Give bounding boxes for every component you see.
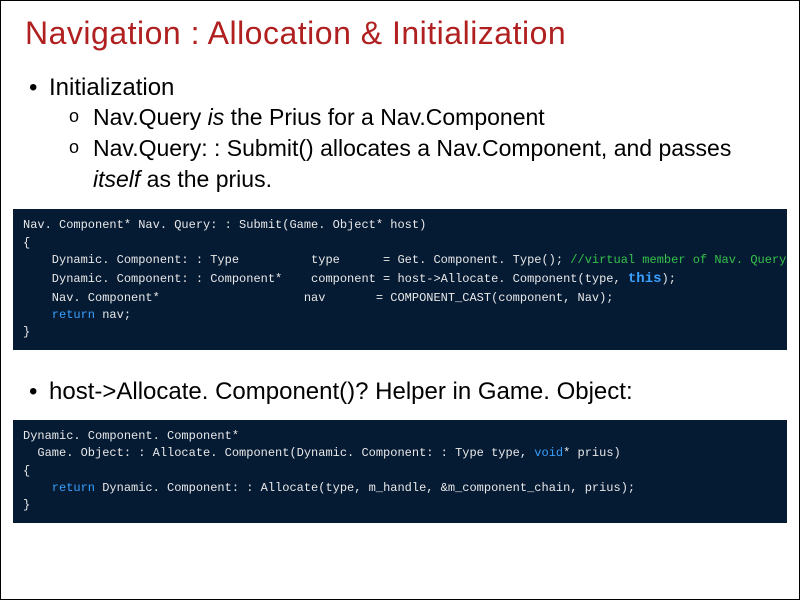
code-line: Dynamic. Component: : Type type = Get. C…	[23, 253, 570, 267]
bullet-list-2: host->Allocate. Component()? Helper in G…	[29, 378, 771, 406]
code-line: Game. Object: : Allocate. Component(Dyna…	[23, 446, 534, 460]
code-keyword-return: return	[23, 481, 95, 495]
code-block-submit: Nav. Component* Nav. Query: : Submit(Gam…	[13, 209, 787, 350]
text-italic-is: is	[208, 104, 225, 130]
slide: Navigation : Allocation & Initialization…	[0, 0, 800, 600]
slide-body: Initialization Nav.Query is the Prius fo…	[1, 52, 799, 195]
code-line: Dynamic. Component: : Component* compone…	[23, 272, 628, 286]
bullet-list: Initialization Nav.Query is the Prius fo…	[29, 74, 771, 195]
code-keyword-void: void	[534, 446, 563, 460]
text: the Prius for a Nav.Component	[224, 104, 544, 130]
code-line: );	[662, 272, 676, 286]
code-block-allocate: Dynamic. Component. Component* Game. Obj…	[13, 420, 787, 523]
code-comment: //virtual member of Nav. Query	[570, 253, 786, 267]
bullet-host-allocate: host->Allocate. Component()? Helper in G…	[29, 378, 771, 406]
bullet-text: host->Allocate. Component()? Helper in G…	[49, 378, 633, 405]
code-line: Nav. Component* Nav. Query: : Submit(Gam…	[23, 218, 426, 232]
code-line: {	[23, 236, 30, 250]
code-line: Nav. Component* nav = COMPONENT_CAST(com…	[23, 291, 614, 305]
code-line: }	[23, 498, 30, 512]
bullet-text: Initialization	[49, 74, 174, 101]
sub-bullet-2: Nav.Query: : Submit() allocates a Nav.Co…	[69, 133, 771, 195]
text: Nav.Query: : Submit() allocates a Nav.Co…	[93, 135, 731, 161]
code-line: nav;	[95, 308, 131, 322]
slide-body-2: host->Allocate. Component()? Helper in G…	[1, 360, 799, 406]
text-italic-itself: itself	[93, 166, 140, 192]
code-line: Dynamic. Component: : Allocate(type, m_h…	[95, 481, 635, 495]
text: Nav.Query	[93, 104, 208, 130]
code-keyword-this: this	[628, 271, 662, 287]
sub-bullet-1: Nav.Query is the Prius for a Nav.Compone…	[69, 102, 771, 133]
code-line: * prius)	[563, 446, 621, 460]
code-keyword-return: return	[23, 308, 95, 322]
code-line: }	[23, 325, 30, 339]
code-line: Dynamic. Component. Component*	[23, 429, 239, 443]
text: as the prius.	[140, 166, 272, 192]
bullet-initialization: Initialization Nav.Query is the Prius fo…	[29, 74, 771, 195]
code-line: {	[23, 464, 30, 478]
sub-bullet-list: Nav.Query is the Prius for a Nav.Compone…	[49, 102, 771, 195]
slide-title: Navigation : Allocation & Initialization	[1, 1, 799, 52]
